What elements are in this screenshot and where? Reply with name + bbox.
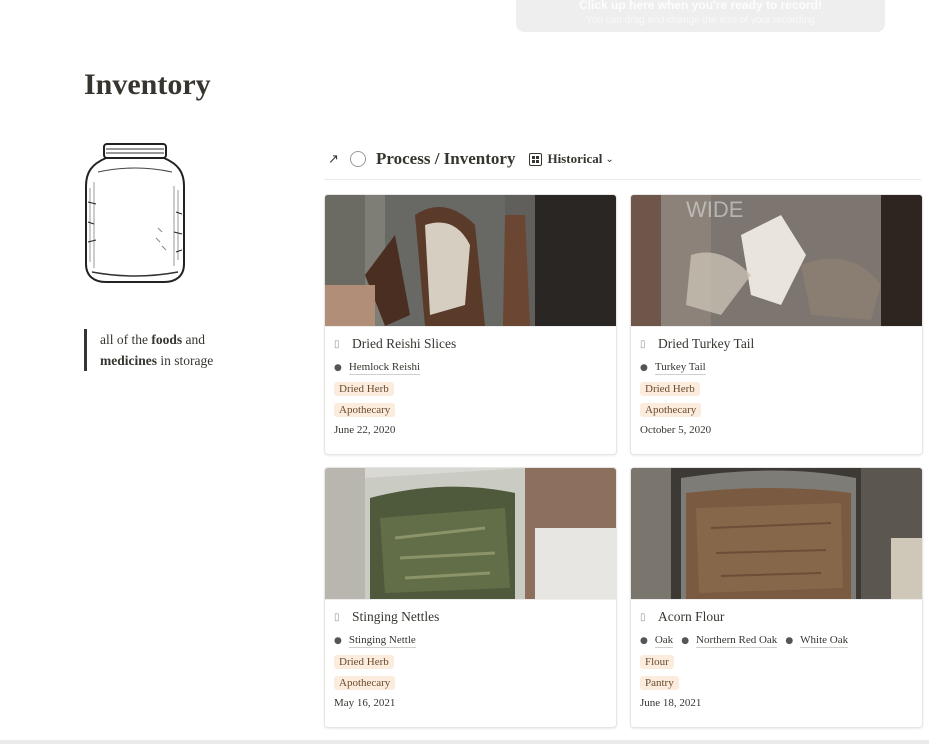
globe-icon: ● [640, 363, 648, 373]
tag-chip: Dried Herb [640, 382, 700, 396]
callout-medicines: medicines [100, 353, 157, 368]
gallery-card[interactable]: ▯ Dried Reishi Slices ● Hemlock Reishi Dri… [324, 194, 617, 455]
page-icon: ▯ [640, 611, 646, 623]
gallery-card[interactable]: ▯ Acorn Flour ● Oak ● Northern Red Oak ● Whi… [630, 467, 923, 728]
card-cover-image [325, 195, 616, 327]
globe-icon: ● [785, 636, 794, 646]
database-title[interactable]: Process / Inventory [376, 149, 515, 169]
card-date: May 16, 2021 [334, 697, 396, 709]
globe-icon: ● [334, 363, 342, 373]
relation-link[interactable]: ● Northern Red Oak [681, 634, 778, 648]
card-cover-image: WIDE [631, 195, 922, 327]
card-date: October 5, 2020 [640, 424, 712, 436]
card-cover-image [631, 468, 922, 600]
relation-link[interactable]: ● Oak [640, 634, 674, 648]
recording-banner-subtitle: You can drag and change the size of your… [586, 15, 815, 26]
recording-banner[interactable]: Click up here when you're ready to recor… [516, 0, 885, 32]
svg-text:WIDE: WIDE [686, 197, 743, 222]
jar-illustration [85, 143, 185, 283]
tag-chip: Dried Herb [334, 655, 394, 669]
card-title: Stinging Nettles [352, 609, 440, 624]
relation-link[interactable]: ● Hemlock Reishi [334, 361, 421, 375]
bottom-edge [0, 740, 929, 744]
arrow-up-right-icon[interactable]: ↗ [328, 152, 346, 167]
tag-chip: Apothecary [640, 403, 702, 417]
tag-chip: Pantry [640, 676, 679, 690]
gallery-card[interactable]: ▯ Stinging Nettles ● Stinging Nettle Dried… [324, 467, 617, 728]
callout-foods: foods [151, 332, 183, 347]
database-header: ↗ Process / Inventory Historical ⌄ [328, 146, 614, 172]
relation-link[interactable]: ● Turkey Tail [640, 361, 706, 375]
card-date: June 22, 2020 [334, 424, 396, 436]
globe-icon: ● [640, 636, 648, 646]
recording-banner-title: Click up here when you're ready to recor… [579, 0, 822, 12]
card-title: Dried Turkey Tail [658, 336, 755, 351]
page-icon: ▯ [334, 611, 340, 623]
relation-link[interactable]: ● White Oak [785, 634, 849, 648]
callout-text-2: and [182, 332, 206, 347]
gallery-card[interactable]: WIDE ▯ Dried Turkey Tail ● Turkey Tail Dri… [630, 194, 923, 455]
relation-link[interactable]: ● Stinging Nettle [334, 634, 416, 648]
callout-text-3: in storage [157, 353, 214, 368]
card-date: June 18, 2021 [640, 697, 702, 709]
chevron-down-icon[interactable]: ⌄ [605, 154, 613, 165]
globe-icon: ● [334, 636, 342, 646]
card-title: Acorn Flour [658, 609, 725, 624]
tag-chip: Apothecary [334, 403, 396, 417]
tag-chip: Dried Herb [334, 382, 394, 396]
card-title: Dried Reishi Slices [352, 336, 457, 351]
callout-text-1: all of the [100, 332, 152, 347]
circle-icon [350, 151, 366, 167]
gallery-icon [529, 152, 543, 166]
divider [324, 179, 921, 180]
tag-chip: Apothecary [334, 676, 396, 690]
page-icon: ▯ [334, 338, 340, 350]
globe-icon: ● [681, 636, 690, 646]
page-icon: ▯ [640, 338, 646, 350]
card-cover-image [325, 468, 616, 600]
tag-chip: Flour [640, 655, 674, 669]
callout-quote: all of the foods and medicines in storag… [84, 329, 240, 371]
view-selector[interactable]: Historical [547, 151, 602, 167]
page-title: Inventory [84, 68, 211, 101]
